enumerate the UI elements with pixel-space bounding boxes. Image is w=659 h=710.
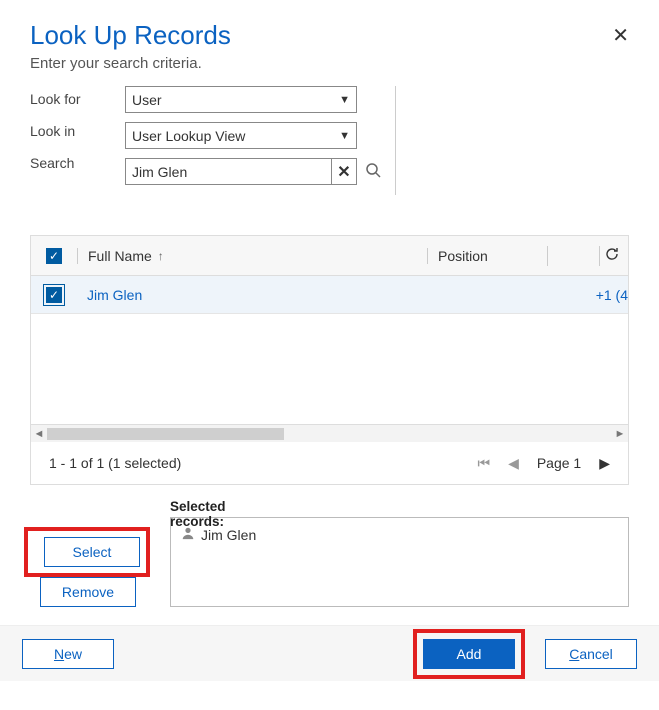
remove-button[interactable]: Remove <box>40 577 136 607</box>
cancel-button-rest: ancel <box>579 646 612 662</box>
highlight-add: Add <box>413 629 525 679</box>
sort-asc-icon: ↑ <box>158 249 164 263</box>
table-row[interactable]: ✓ Jim Glen +1 (4 <box>31 276 628 314</box>
search-label: Search <box>30 155 125 171</box>
look-in-value: User Lookup View <box>132 128 245 144</box>
scroll-thumb[interactable] <box>47 428 284 440</box>
column-full-name-label: Full Name <box>88 248 152 264</box>
chevron-down-icon: ▼ <box>339 94 350 106</box>
page-label: Page 1 <box>537 455 581 471</box>
refresh-icon[interactable] <box>604 246 620 265</box>
look-in-label: Look in <box>30 123 125 139</box>
row-full-name[interactable]: Jim Glen <box>77 287 427 303</box>
clear-search-icon[interactable]: ✕ <box>331 159 356 184</box>
prev-page-icon[interactable]: ◀ <box>508 455 519 472</box>
select-button[interactable]: Select <box>44 537 140 567</box>
pager-status: 1 - 1 of 1 (1 selected) <box>49 455 181 471</box>
row-phone[interactable]: +1 (4 <box>547 287 628 303</box>
cancel-button-mnemonic: C <box>569 646 579 662</box>
next-page-icon[interactable]: ▶ <box>599 455 610 472</box>
horizontal-scrollbar[interactable]: ◄ ► <box>31 424 628 442</box>
selected-records-label: Selected records: <box>170 499 226 529</box>
look-for-value: User <box>132 92 162 108</box>
row-checkbox[interactable]: ✓ <box>46 287 62 303</box>
look-for-label: Look for <box>30 91 125 107</box>
chevron-down-icon: ▼ <box>339 130 350 142</box>
cancel-button[interactable]: Cancel <box>545 639 637 669</box>
column-position[interactable]: Position <box>427 248 547 264</box>
selected-records-box[interactable]: Jim Glen <box>170 517 629 607</box>
scroll-left-icon[interactable]: ◄ <box>31 428 47 440</box>
column-position-label: Position <box>438 248 488 264</box>
new-button[interactable]: New <box>22 639 114 669</box>
look-in-select[interactable]: User Lookup View ▼ <box>125 122 357 149</box>
search-icon[interactable] <box>365 162 381 181</box>
close-icon[interactable]: ✕ <box>612 26 629 46</box>
search-input[interactable] <box>125 158 357 185</box>
scroll-right-icon[interactable]: ► <box>612 428 628 440</box>
add-button[interactable]: Add <box>423 639 515 669</box>
select-all-checkbox[interactable]: ✓ <box>46 248 62 264</box>
highlight-select: Select <box>24 527 150 577</box>
look-for-select[interactable]: User ▼ <box>125 86 357 113</box>
dialog-title: Look Up Records <box>30 20 231 51</box>
selected-item[interactable]: Jim Glen <box>181 526 618 543</box>
results-grid: ✓ Full Name ↑ Position ✓ Ji <box>30 235 629 485</box>
new-button-mnemonic: N <box>54 646 64 662</box>
dialog-subtitle: Enter your search criteria. <box>30 55 629 72</box>
first-page-icon[interactable]: ⏮ <box>477 455 490 472</box>
column-full-name[interactable]: Full Name ↑ <box>77 248 427 264</box>
new-button-rest: ew <box>64 646 82 662</box>
